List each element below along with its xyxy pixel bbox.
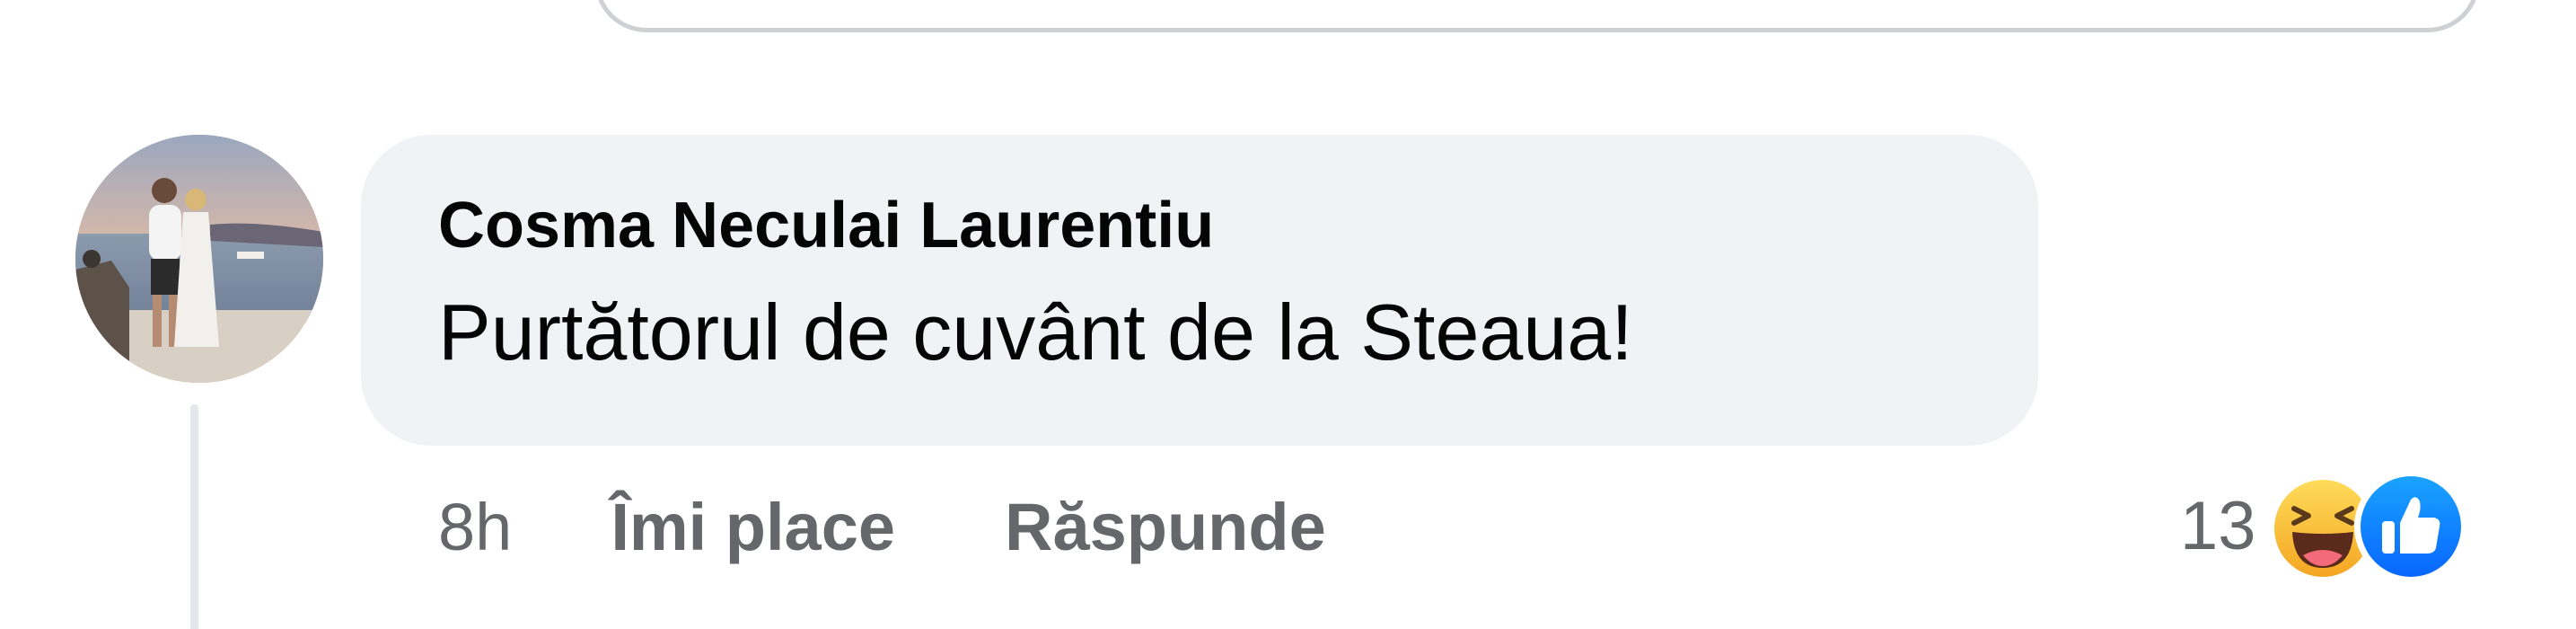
avatar[interactable] (75, 135, 323, 383)
thread-line (190, 404, 198, 629)
previous-comment-input[interactable] (594, 0, 2480, 32)
reply-button[interactable]: Răspunde (1005, 489, 1326, 565)
comment-actions: 8h Îmi place Răspunde (438, 483, 1326, 570)
comment-author[interactable]: Cosma Neculai Laurentiu (438, 187, 2038, 264)
comment-timestamp[interactable]: 8h (438, 489, 512, 565)
comment-thread: Cosma Neculai Laurentiu Purtătorul de cu… (0, 0, 2576, 629)
reaction-icons (2273, 467, 2477, 584)
reaction-count: 13 (2180, 487, 2256, 564)
like-button[interactable]: Îmi place (611, 489, 895, 565)
reaction-summary[interactable]: 13 (2180, 467, 2477, 584)
like-icon (2352, 467, 2470, 586)
comment-text: Purtătorul de cuvânt de la Steaua! (438, 288, 1633, 377)
comment-bubble: Cosma Neculai Laurentiu Purtătorul de cu… (361, 135, 2038, 446)
